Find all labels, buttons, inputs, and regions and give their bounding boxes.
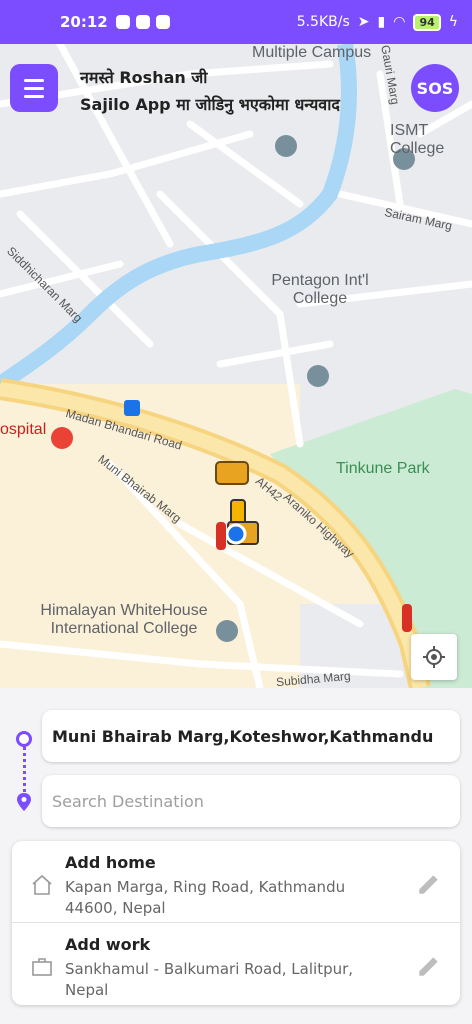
status-time: 20:12 — [60, 13, 108, 31]
briefcase-icon — [32, 958, 52, 976]
origin-input[interactable]: Muni Bhairab Marg,Koteshwor,Kathmandu — [42, 710, 460, 762]
my-location-icon — [423, 646, 445, 668]
saved-place-work[interactable]: Add work Sankhamul - Balkumari Road, Lal… — [12, 923, 460, 1005]
locate-button[interactable] — [411, 634, 457, 680]
network-speed: 5.5KB/s — [296, 14, 350, 30]
app-notification-icon — [155, 15, 170, 29]
saved-place-home[interactable]: Add home Kapan Marga, Ring Road, Kathman… — [12, 841, 460, 923]
saved-place-title: Add work — [65, 935, 151, 954]
destination-input[interactable]: Search Destination — [42, 775, 460, 827]
saved-place-address: Sankhamul - Balkumari Road, Lalitpur, Ne… — [65, 960, 354, 999]
greeting: नमस्ते Roshan जी Sajilo App मा जोडिनु भए… — [80, 64, 340, 118]
status-bar: 20:12 5.5KB/s ➤ ▮ ◠ 94 ϟ — [0, 0, 472, 44]
destination-pin-icon — [17, 793, 31, 811]
hamburger-icon — [24, 78, 44, 82]
greeting-line-2: Sajilo App मा जोडिनु भएकोमा धन्यवाद — [80, 95, 340, 114]
map-view[interactable]: Multiple Campus ISMT College Pentagon In… — [0, 44, 472, 688]
origin-pin-icon — [16, 731, 32, 747]
edit-pencil-icon[interactable] — [416, 953, 442, 979]
charging-icon: ϟ — [448, 14, 458, 30]
sos-button[interactable]: SOS — [411, 64, 459, 112]
map-label-himalayan: Himalayan WhiteHouse International Colle… — [40, 602, 208, 638]
wifi-icon: ◠ — [393, 14, 406, 30]
edit-pencil-icon[interactable] — [416, 871, 442, 897]
notification-icon — [115, 15, 130, 29]
signal-icon: ▮ — [377, 14, 386, 30]
greeting-line-1: नमस्ते Roshan जी — [80, 68, 208, 87]
saved-place-address: Kapan Marga, Ring Road, Kathmandu 44600,… — [65, 878, 346, 917]
battery-indicator: 94 — [413, 13, 441, 31]
map-label-ismt-college: ISMT College — [390, 122, 445, 158]
saved-places-card: Add home Kapan Marga, Ring Road, Kathman… — [12, 841, 460, 1005]
home-icon — [32, 874, 52, 895]
map-label-pentagon: Pentagon Int'l College — [271, 272, 369, 308]
map-label-multiple-campus: Multiple Campus — [252, 44, 372, 61]
route-connector — [23, 740, 26, 798]
location-arrow-icon: ➤ — [357, 14, 370, 30]
menu-button[interactable] — [10, 64, 58, 112]
map-label-hospital: ospital — [0, 421, 47, 438]
saved-place-title: Add home — [65, 853, 156, 872]
upload-icon — [135, 15, 150, 29]
map-label-tinkune-park: Tinkune Park — [336, 460, 430, 477]
